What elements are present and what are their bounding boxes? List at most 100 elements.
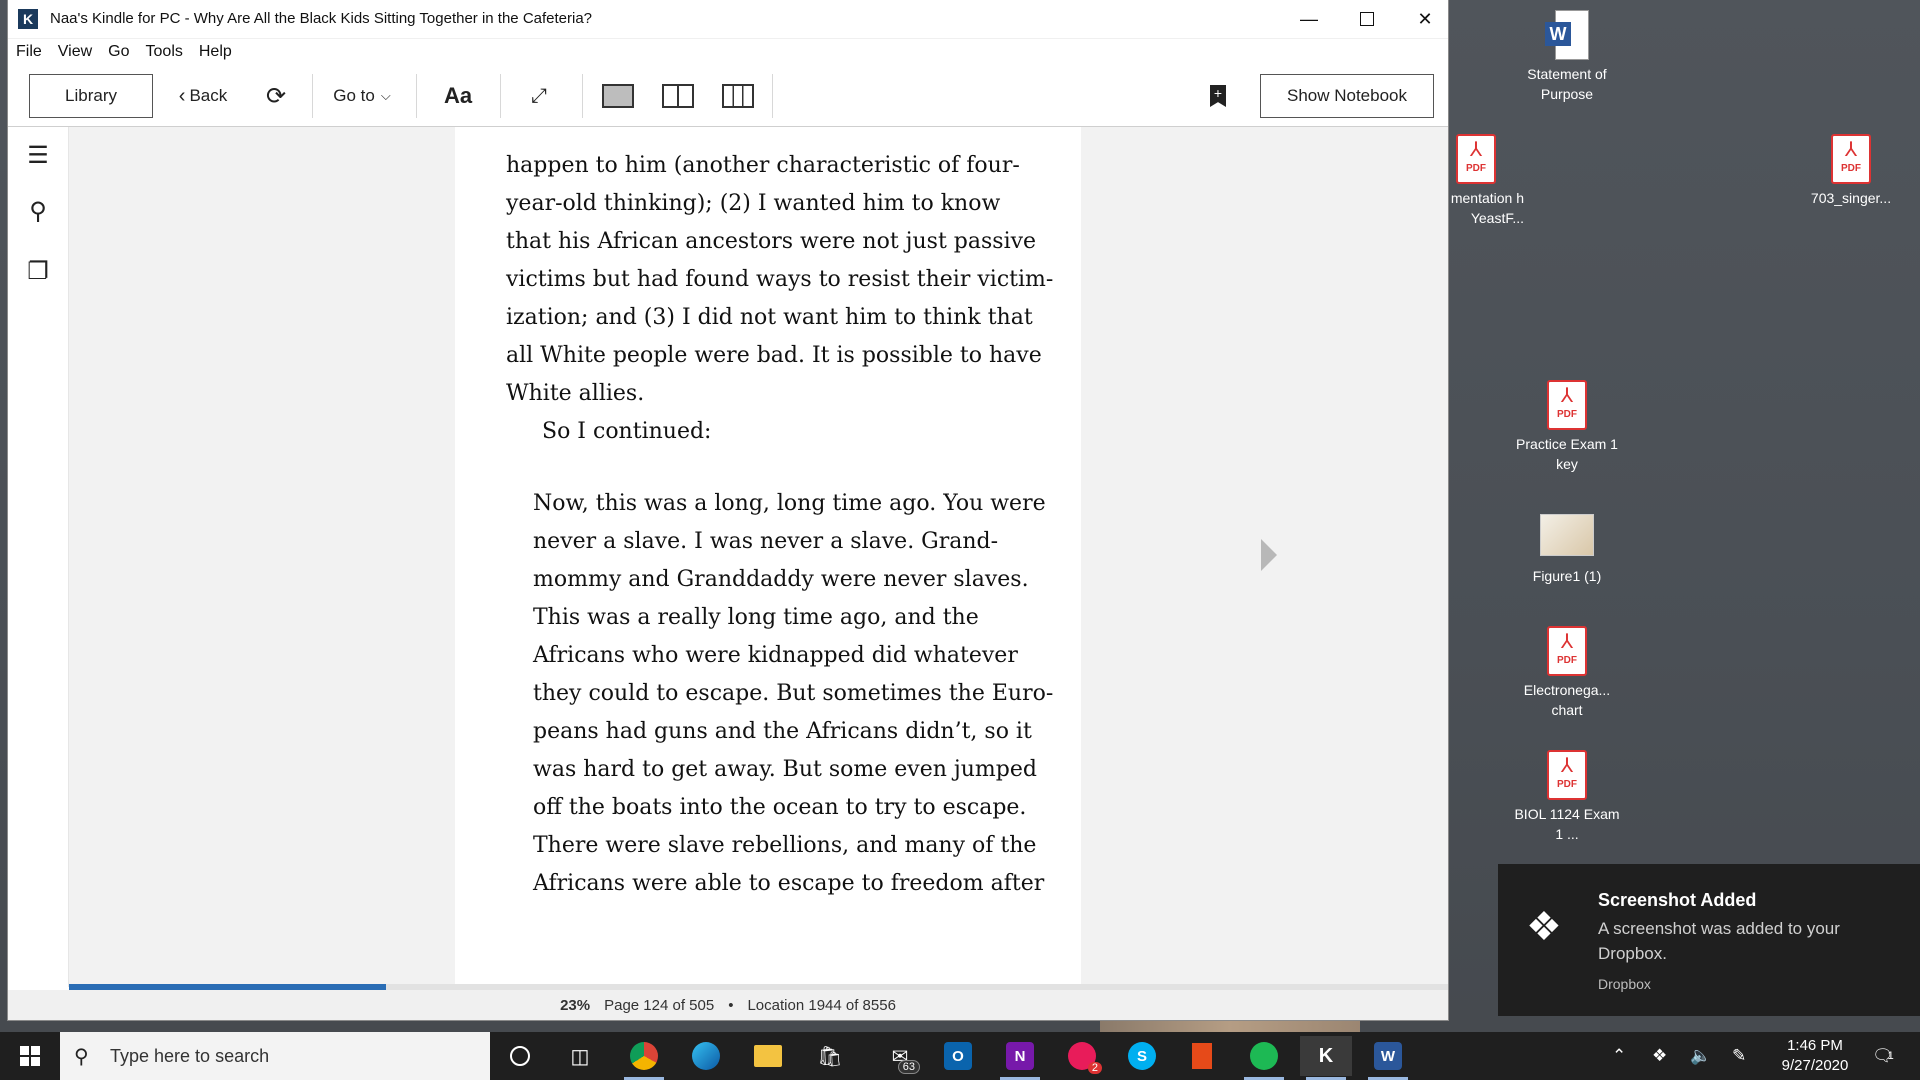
next-page-arrow-icon[interactable] (1261, 539, 1277, 571)
toolbar-divider (312, 74, 313, 118)
task-view-button[interactable]: ◫ (554, 1036, 606, 1076)
location-number: Location 1944 of 8556 (747, 996, 896, 1014)
spotify-taskbar-button[interactable] (1238, 1036, 1290, 1080)
page-flip-button[interactable] (712, 74, 764, 118)
show-notebook-button[interactable]: Show Notebook (1260, 74, 1434, 118)
pen-workspace-button[interactable]: ✎ (1732, 1032, 1746, 1080)
show-hidden-icons-button[interactable]: ⌃ (1612, 1032, 1626, 1080)
book-line: off the boats into the ocean to try to e… (533, 795, 1027, 820)
menu-bar: File View Go Tools Help (8, 38, 1448, 66)
table-of-contents-button[interactable]: ☰ (24, 141, 52, 169)
taskbar: ⚲ Type here to search ◫ 🛍 ✉ 63 O N 2 S K … (0, 1032, 1920, 1080)
sync-icon: ⟳ (265, 82, 287, 110)
mail-taskbar-button[interactable]: ✉ 63 (874, 1036, 926, 1076)
taskbar-clock[interactable]: 1:46 PM 9/27/2020 (1760, 1036, 1870, 1076)
kindle-taskbar-button[interactable]: K (1300, 1036, 1352, 1080)
status-separator: • (728, 996, 734, 1014)
mail-unread-badge: 63 (897, 1060, 920, 1074)
app-with-badge-taskbar-button[interactable]: 2 (1056, 1036, 1108, 1076)
font-settings-button[interactable]: Aa (428, 74, 488, 118)
kindle-icon: K (1318, 1044, 1334, 1067)
desktop-icon-biol-exam[interactable]: PDF BIOL 1124 Exam 1 ... (1512, 750, 1622, 844)
skype-taskbar-button[interactable]: S (1116, 1036, 1168, 1076)
word-taskbar-button[interactable]: W (1362, 1036, 1414, 1080)
dropbox-notification-toast[interactable]: ❖ Screenshot Added A screenshot was adde… (1498, 864, 1920, 1016)
menu-file[interactable]: File (8, 38, 50, 66)
fullscreen-button[interactable]: ⤢ (514, 74, 564, 118)
bookmark-button[interactable]: + (1198, 74, 1238, 118)
goto-label: Go to (333, 86, 375, 105)
back-label: Back (189, 86, 228, 105)
menu-go[interactable]: Go (100, 38, 137, 66)
toolbar-divider (582, 74, 583, 118)
store-bag-icon: 🛍 (817, 1045, 843, 1068)
outlook-taskbar-button[interactable]: O (932, 1036, 984, 1076)
maximize-button[interactable] (1338, 0, 1396, 38)
book-line: they could to escape. But sometimes the … (533, 681, 1054, 706)
pdf-icon: PDF (1456, 134, 1496, 184)
taskbar-search-box[interactable]: ⚲ Type here to search (60, 1032, 490, 1080)
dropbox-tray-button[interactable]: ❖ (1652, 1032, 1667, 1080)
two-column-button[interactable] (652, 74, 704, 118)
left-rail: ☰ ⚲ ❐ (8, 127, 69, 987)
outlook-icon: O (944, 1042, 972, 1070)
desktop-icon-practice-exam[interactable]: PDF Practice Exam 1 key (1512, 380, 1622, 474)
edge-taskbar-button[interactable] (680, 1036, 732, 1076)
single-column-button[interactable] (592, 74, 644, 118)
reader-toolbar: Library ‹ Back ⟳ Go to ⌵ Aa ⤢ + Show Not… (8, 66, 1448, 127)
onenote-taskbar-button[interactable]: N (994, 1036, 1046, 1080)
chrome-taskbar-button[interactable] (618, 1036, 670, 1080)
dropbox-icon: ❖ (1652, 1046, 1668, 1065)
fullscreen-icon: ⤢ (531, 84, 547, 107)
cards-icon: ❐ (27, 257, 49, 285)
book-line: Africans were able to escape to freedom … (533, 871, 1045, 896)
chevron-left-icon: ‹ (178, 84, 186, 107)
single-column-icon (602, 84, 634, 108)
toast-body: A screenshot was added to your Dropbox. (1598, 919, 1840, 963)
store-taskbar-button[interactable]: 🛍 (804, 1036, 856, 1076)
close-button[interactable]: ✕ (1396, 0, 1454, 38)
cortana-button[interactable] (494, 1036, 546, 1076)
menu-help[interactable]: Help (191, 38, 240, 66)
maximize-icon (1360, 12, 1374, 26)
kindle-window: K Naa's Kindle for PC - Why Are All the … (8, 0, 1448, 1020)
image-thumbnail-icon (1540, 514, 1594, 556)
window-title: Naa's Kindle for PC - Why Are All the Bl… (50, 10, 593, 27)
desktop-icon-statement-of-purpose[interactable]: W Statement of Purpose (1512, 10, 1622, 104)
library-button[interactable]: Library (29, 74, 153, 118)
chrome-icon (630, 1042, 658, 1070)
desktop-icon-703-singer[interactable]: PDF 703_singer... (1796, 134, 1906, 208)
book-line: never a slave. I was never a slave. Gran… (533, 529, 999, 554)
menu-view[interactable]: View (50, 38, 100, 66)
desktop-icon-electronegativity[interactable]: PDF Electronega... chart (1512, 626, 1622, 720)
reading-area: happen to him (another characteristic of… (69, 127, 1448, 985)
page-number: Page 124 of 505 (604, 996, 715, 1014)
minimize-icon: — (1300, 8, 1318, 29)
title-bar[interactable]: K Naa's Kindle for PC - Why Are All the … (8, 0, 1448, 39)
book-line: victims but had found ways to resist the… (506, 267, 1054, 292)
word-icon: W (1374, 1042, 1402, 1070)
flashcards-button[interactable]: ❐ (24, 257, 52, 285)
goto-button[interactable]: Go to ⌵ (322, 74, 402, 118)
file-explorer-taskbar-button[interactable] (742, 1036, 794, 1076)
desktop-icon-figure1[interactable]: Figure1 (1) (1512, 510, 1622, 586)
action-center-button[interactable]: 🗨 1 (1872, 1032, 1894, 1080)
menu-tools[interactable]: Tools (138, 38, 191, 66)
book-line: was hard to get away. But some even jump… (533, 757, 1037, 782)
book-line: Africans who were kidnapped did whatever (533, 643, 1018, 668)
office-taskbar-button[interactable] (1176, 1036, 1228, 1076)
edge-icon (692, 1042, 720, 1070)
toast-title: Screenshot Added (1598, 890, 1757, 910)
search-icon: ⚲ (29, 197, 47, 225)
book-paragraph: happen to him (another characteristic of… (506, 147, 1053, 451)
pen-icon: ✎ (1732, 1046, 1747, 1065)
app-notification-badge: 2 (1087, 1062, 1102, 1074)
minimize-button[interactable]: — (1280, 0, 1338, 38)
book-blockquote: Now, this was a long, long time ago. You… (533, 485, 1053, 903)
search-button[interactable]: ⚲ (24, 197, 52, 225)
start-button[interactable] (0, 1032, 60, 1080)
volume-button[interactable]: 🔈 (1690, 1032, 1711, 1080)
back-button[interactable]: ‹ Back (168, 74, 238, 118)
sync-button[interactable]: ⟳ (252, 74, 300, 118)
book-page[interactable]: happen to him (another characteristic of… (455, 127, 1081, 985)
